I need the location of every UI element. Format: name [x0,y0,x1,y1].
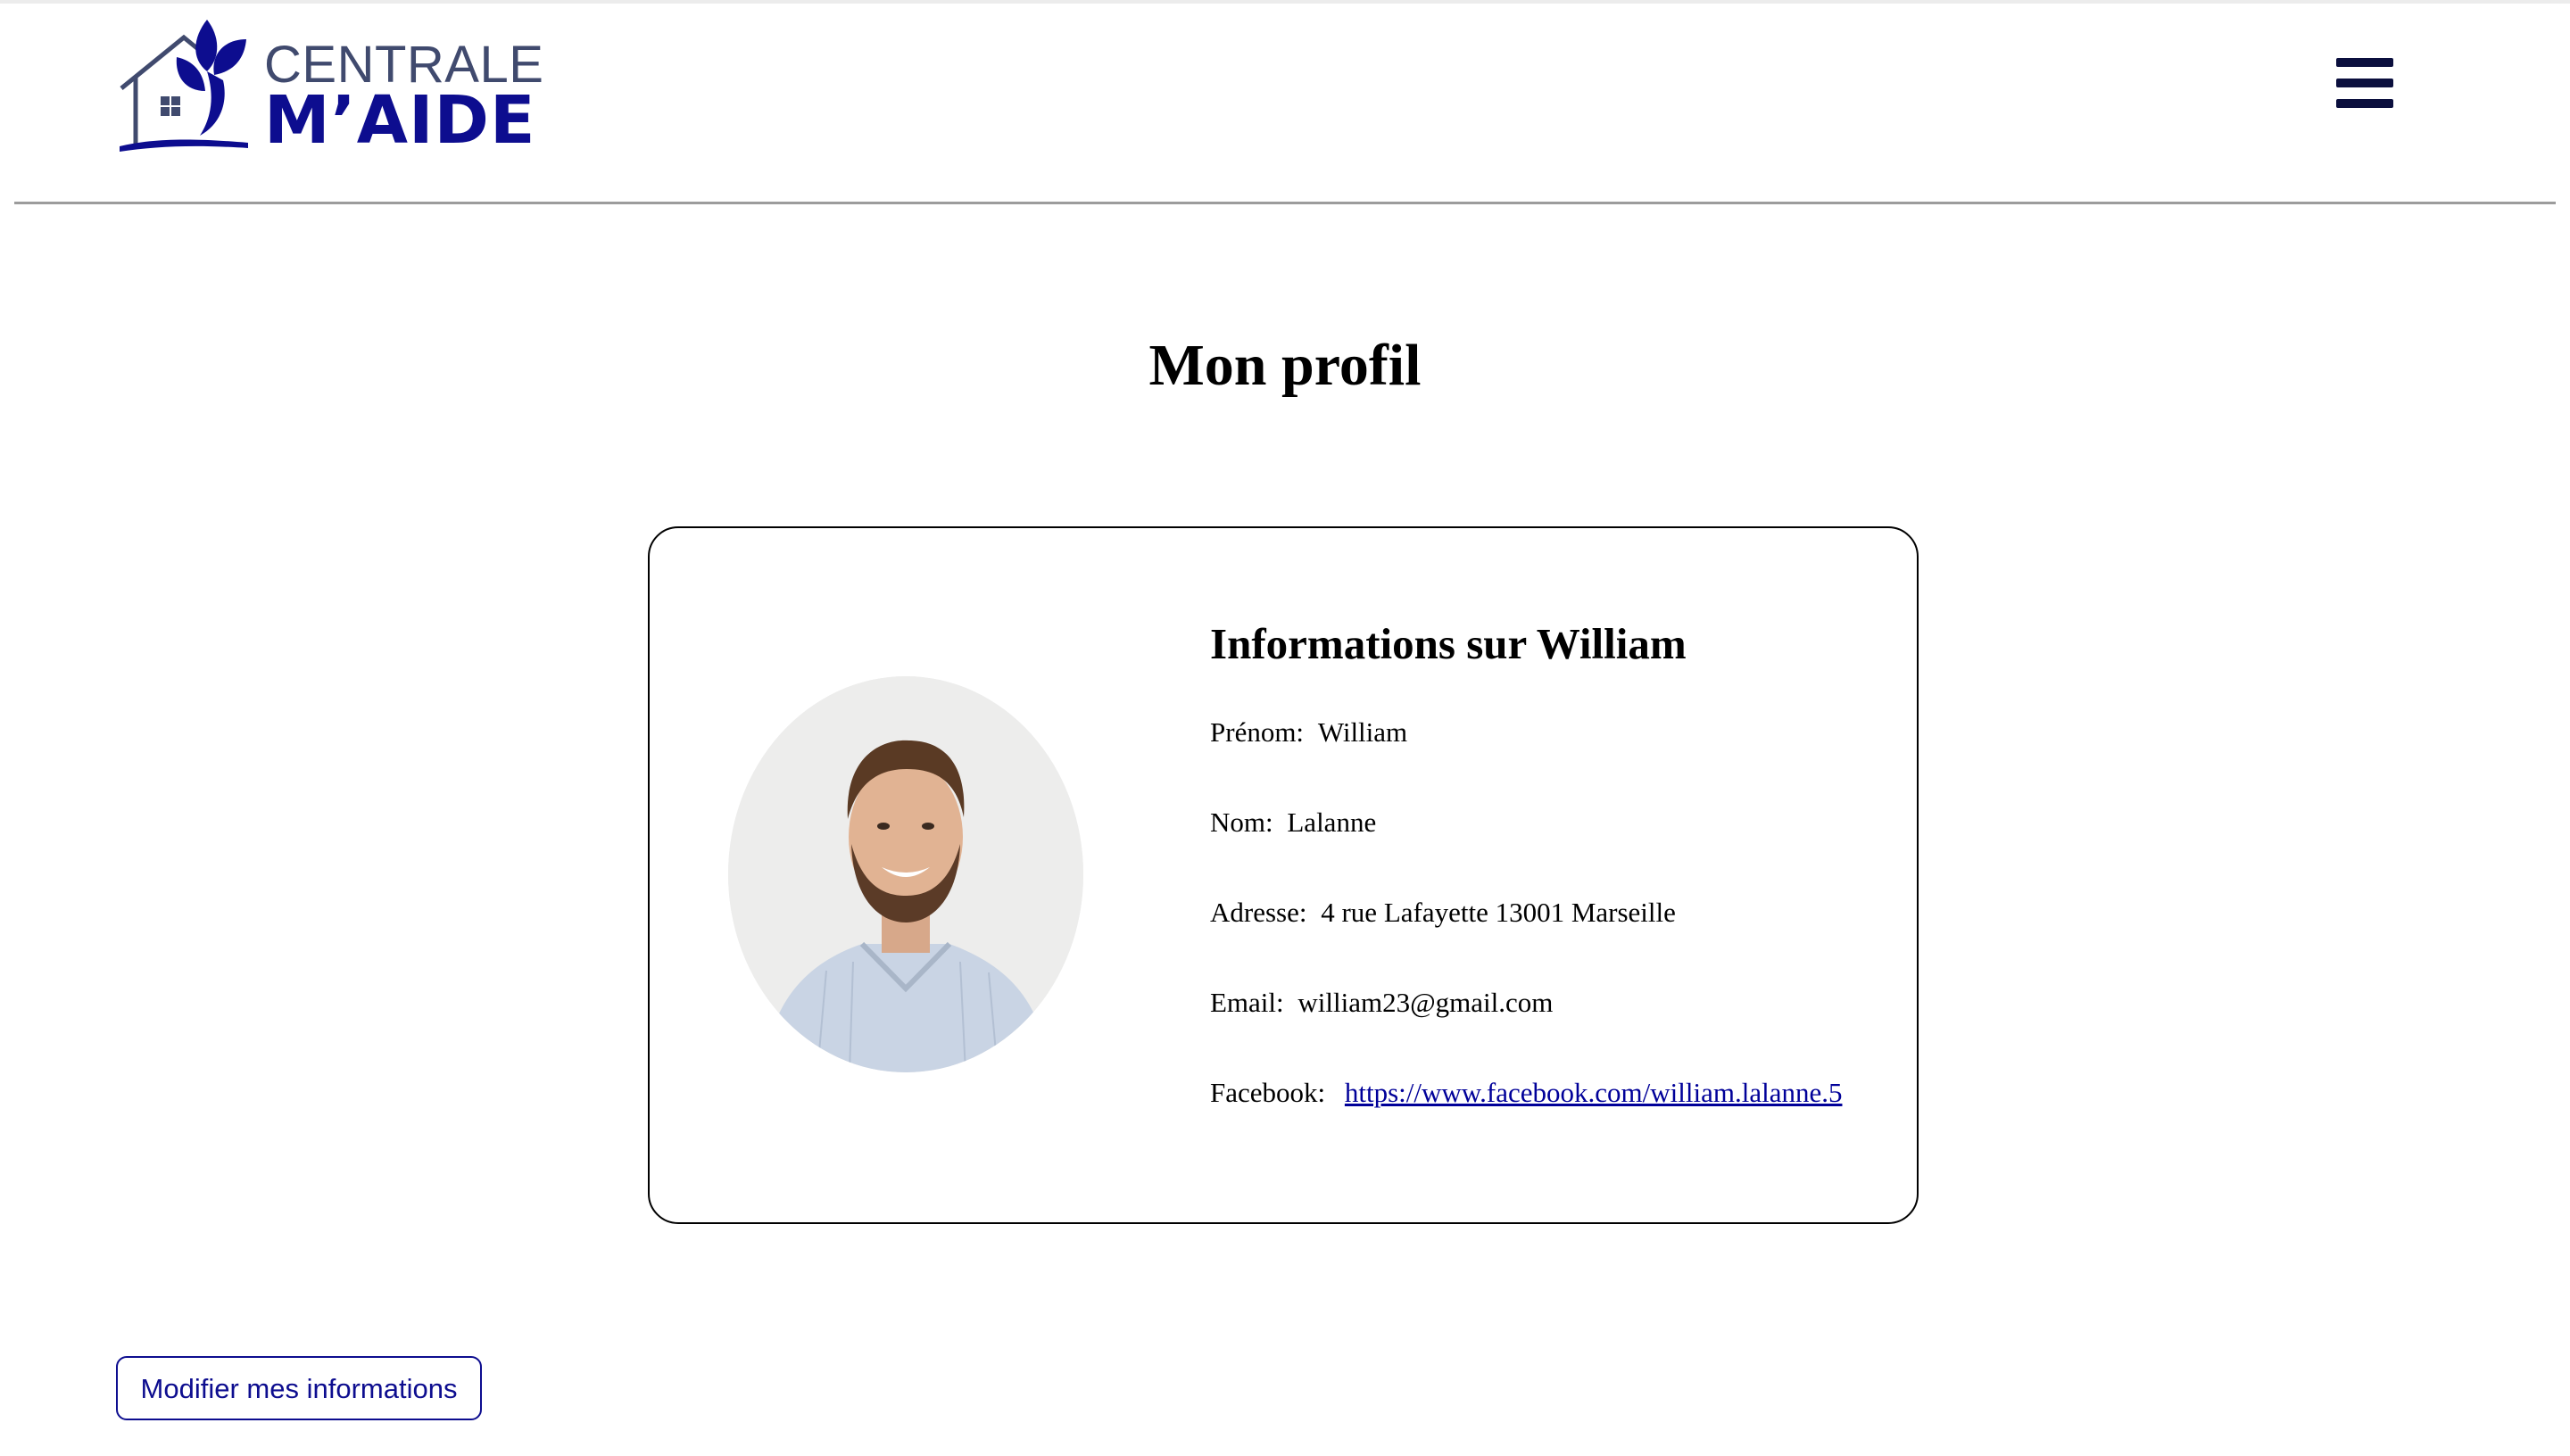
email-value: william23@gmail.com [1297,987,1554,1018]
header-divider [14,202,2556,204]
site-logo[interactable]: CENTRALE M’AIDE [114,12,543,155]
menu-bar-middle [2336,79,2393,87]
last-name-value: Lalanne [1287,807,1377,838]
facebook-link[interactable]: https://www.facebook.com/william.lalanne… [1345,1077,1843,1108]
menu-bar-bottom [2336,99,2393,108]
site-header: CENTRALE M’AIDE [0,4,2570,202]
last-name-label: Nom: [1210,807,1273,838]
email-label: Email: [1210,987,1284,1018]
profile-card: Informations sur William Prénom: William… [648,526,1919,1224]
profile-info: Informations sur William Prénom: William… [1210,617,1888,1166]
address-label: Adresse: [1210,897,1307,928]
first-name-label: Prénom: [1210,716,1305,748]
address-value: 4 rue Lafayette 13001 Marseille [1321,897,1676,928]
email-row: Email: william23@gmail.com [1210,986,1888,1076]
house-leaf-logo-icon [120,20,248,152]
menu-bar-top [2336,58,2393,67]
first-name-value: William [1317,716,1408,748]
profile-avatar [728,676,1083,1072]
edit-profile-button[interactable]: Modifier mes informations [116,1356,482,1420]
facebook-row: Facebook: https://www.facebook.com/willi… [1210,1076,1888,1166]
page-title: Mon profil [1148,333,1422,398]
address-row: Adresse: 4 rue Lafayette 13001 Marseille [1210,896,1888,986]
logo-text-maide: M’AIDE [264,82,536,159]
profile-heading: Informations sur William [1210,619,1687,668]
last-name-row: Nom: Lalanne [1210,806,1888,896]
profile-photo [728,676,1083,1072]
first-name-row: Prénom: William [1210,716,1888,806]
hamburger-menu-icon[interactable] [2329,53,2400,115]
facebook-label: Facebook: [1210,1077,1326,1108]
